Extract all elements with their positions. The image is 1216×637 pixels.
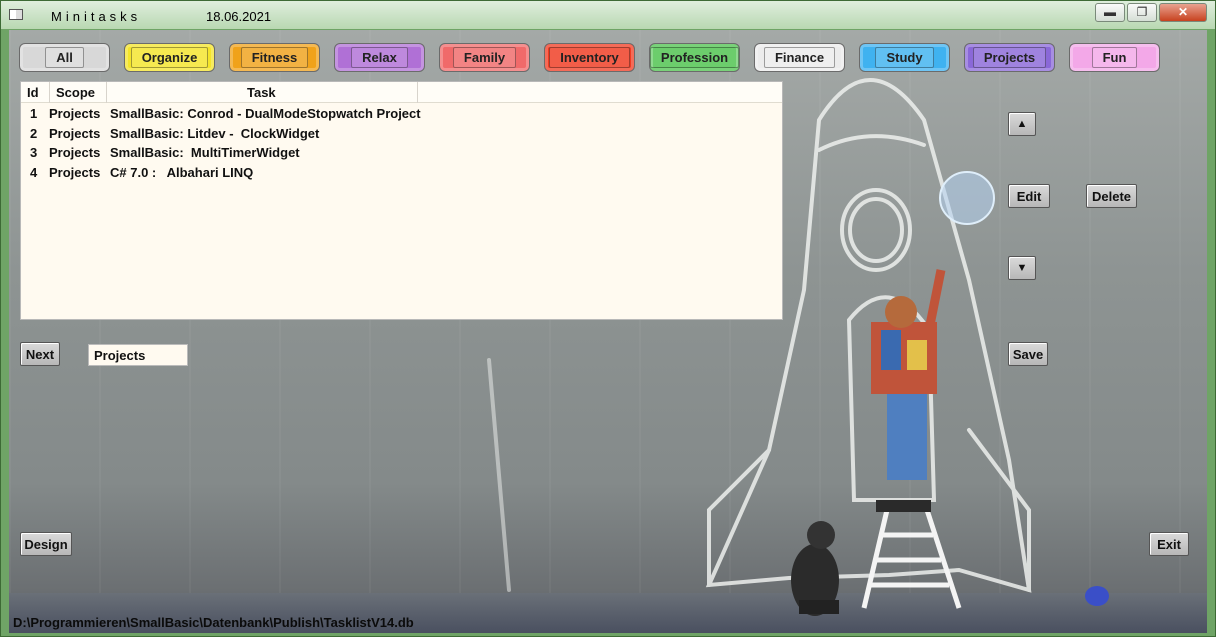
balloon — [939, 171, 995, 225]
minimize-button[interactable]: ▬ — [1095, 3, 1125, 22]
row-scope: Projects — [49, 145, 101, 160]
category-label: All — [45, 47, 84, 68]
close-button[interactable]: ✕ — [1159, 3, 1207, 22]
title-bar[interactable]: Minitasks 18.06.2021 ▬ ❐ ✕ — [1, 1, 1215, 29]
category-button-fitness[interactable]: Fitness — [229, 43, 320, 72]
category-button-inventory[interactable]: Inventory — [544, 43, 635, 72]
category-button-finance[interactable]: Finance — [754, 43, 845, 72]
table-row[interactable]: 3 Projects SmallBasic: MultiTimerWidget — [21, 145, 782, 164]
category-label: Inventory — [549, 47, 630, 68]
row-scope: Projects — [49, 164, 101, 180]
row-scope: Projects — [49, 125, 101, 141]
row-scope: Projects — [49, 106, 101, 121]
category-button-all[interactable]: All — [19, 43, 110, 72]
row-task: C# 7.0 : Albahari LINQ — [110, 164, 254, 180]
column-header-task[interactable]: Task — [247, 85, 276, 100]
exit-button[interactable]: Exit — [1149, 532, 1189, 556]
table-row[interactable]: 4 Projects C# 7.0 : Albahari LINQ — [21, 165, 782, 184]
save-button[interactable]: Save — [1008, 342, 1048, 366]
row-id: 3 — [30, 145, 38, 160]
task-list[interactable]: Id Scope Task 1 Projects SmallBasic: Conro… — [20, 81, 783, 320]
category-button-fun[interactable]: Fun — [1069, 43, 1160, 72]
category-label: Relax — [351, 47, 408, 68]
row-task: SmallBasic: MultiTimerWidget — [110, 145, 300, 160]
category-button-family[interactable]: Family — [439, 43, 530, 72]
column-header-scope[interactable]: Scope — [56, 85, 95, 100]
category-label: Projects — [972, 47, 1047, 68]
category-label: Fun — [1091, 47, 1138, 68]
title-date: 18.06.2021 — [206, 9, 272, 24]
window-menu-icon[interactable] — [9, 9, 23, 20]
category-button-organize[interactable]: Organize — [124, 43, 215, 72]
scope-input[interactable]: Projects — [88, 344, 188, 366]
category-label: Finance — [763, 47, 836, 68]
category-label: Family — [452, 47, 517, 68]
window-controls: ▬ ❐ ✕ — [1093, 3, 1207, 22]
next-button[interactable]: Next — [20, 342, 60, 366]
category-button-projects[interactable]: Projects — [964, 43, 1055, 72]
client-area: All Organize Fitness Relax Family Inventory Pr… — [9, 30, 1207, 633]
main-window: Minitasks 18.06.2021 ▬ ❐ ✕ All Organize … — [0, 0, 1216, 637]
category-label: Profession — [649, 47, 740, 68]
database-path-label: D:\Programmieren\SmallBasic\Datenbank\Pu… — [13, 615, 414, 630]
delete-button[interactable]: Delete — [1086, 184, 1137, 208]
column-header-id[interactable]: Id — [27, 85, 39, 100]
category-button-profession[interactable]: Profession — [649, 43, 740, 72]
row-id: 1 — [30, 106, 38, 121]
category-label: Fitness — [240, 47, 309, 68]
design-button[interactable]: Design — [20, 532, 72, 556]
list-header: Id Scope Task — [21, 82, 782, 103]
row-task: SmallBasic: Conrod - DualModeStopwatch P… — [110, 106, 421, 121]
edit-button[interactable]: Edit — [1008, 184, 1050, 208]
category-button-relax[interactable]: Relax — [334, 43, 425, 72]
app-title: Minitasks — [51, 9, 142, 24]
row-id: 2 — [30, 125, 38, 141]
category-button-study[interactable]: Study — [859, 43, 950, 72]
move-down-button[interactable]: ▼ — [1008, 256, 1036, 280]
table-row[interactable]: 2 Projects SmallBasic: Litdev - ClockWidge… — [21, 126, 782, 145]
table-row[interactable]: 1 Projects SmallBasic: Conrod - DualModeSt… — [21, 106, 782, 125]
category-label: Study — [875, 47, 934, 68]
maximize-button[interactable]: ❐ — [1127, 3, 1157, 22]
category-label: Organize — [130, 47, 209, 68]
move-up-button[interactable]: ▲ — [1008, 112, 1036, 136]
row-id: 4 — [30, 164, 38, 180]
row-task: SmallBasic: Litdev - ClockWidget — [110, 125, 320, 141]
